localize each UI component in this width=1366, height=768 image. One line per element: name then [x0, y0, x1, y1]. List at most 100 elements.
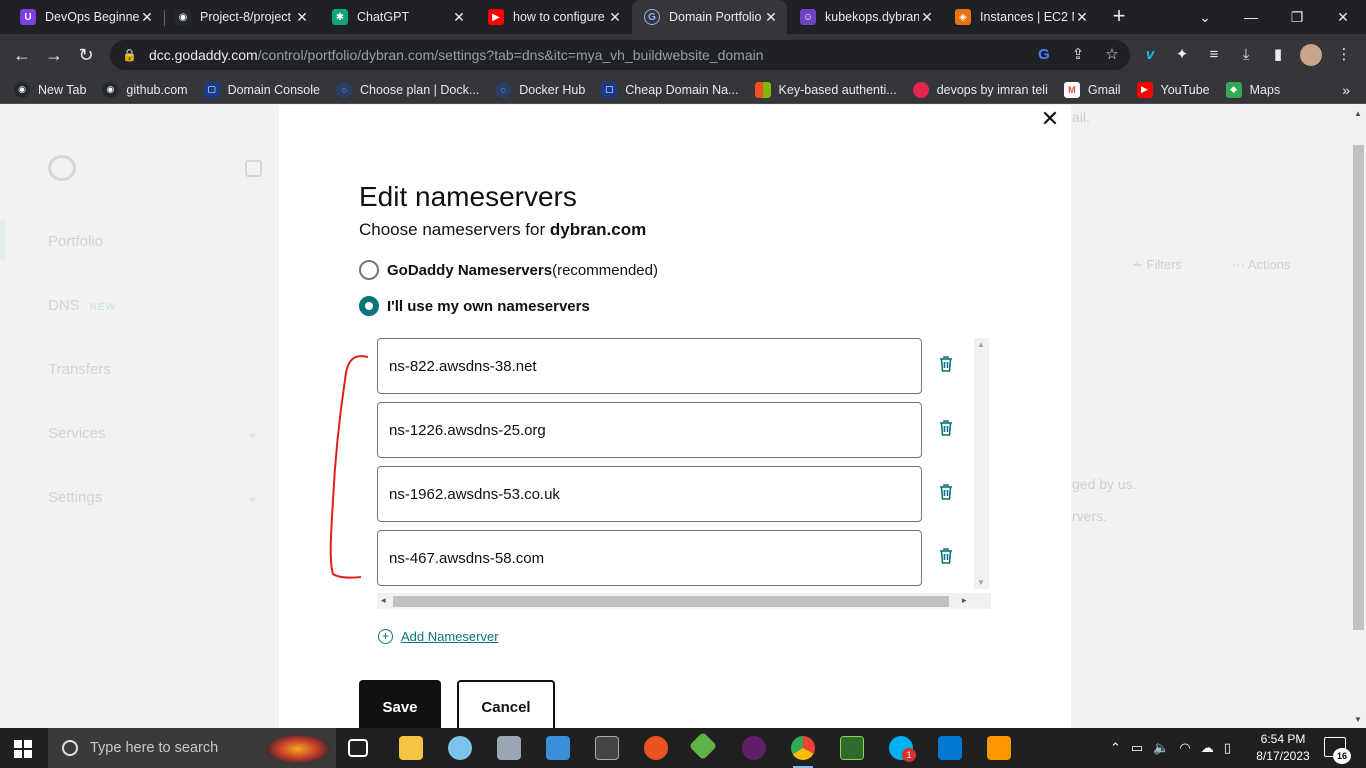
sublime-text-icon[interactable] [987, 736, 1011, 760]
bookmark-domain-console[interactable]: ▢ Domain Console [203, 81, 320, 98]
scroll-down-arrow-icon[interactable]: ▼ [977, 578, 985, 587]
download-icon[interactable]: ⤓ [1236, 44, 1256, 66]
close-window-button[interactable]: ✕ [1320, 0, 1366, 34]
trash-icon[interactable] [936, 482, 956, 502]
lock-icon[interactable]: 🔒 [122, 48, 137, 62]
add-nameserver-link[interactable]: + Add Nameserver [378, 629, 499, 644]
bookmarks-overflow-chevron-icon[interactable]: » [1342, 82, 1350, 98]
sidebar-item-transfers[interactable]: Transfers [48, 361, 111, 378]
filters-button[interactable]: ⩪ Filters [1132, 257, 1182, 273]
chrome-icon[interactable] [791, 736, 815, 768]
tab-kubekops[interactable]: ☺ kubekops.dybran ✕ [788, 0, 943, 34]
scroll-right-arrow-icon[interactable]: ▸ [962, 595, 967, 606]
taskbar-clock[interactable]: 6:54 PM 8/17/2023 [1248, 731, 1318, 765]
bookmark-star-icon[interactable]: ☆ [1102, 45, 1122, 65]
extensions-puzzle-icon[interactable]: ✦ [1172, 44, 1192, 66]
collapse-sidebar-icon[interactable] [245, 160, 262, 177]
list-horizontal-scrollbar[interactable]: ◂ ▸ [377, 593, 991, 609]
scroll-down-arrow-icon[interactable]: ▼ [1354, 715, 1362, 724]
close-icon[interactable]: ✕ [139, 9, 155, 26]
bookmark-maps[interactable]: ◆ Maps [1225, 81, 1280, 98]
nameserver-input-2[interactable]: ns-1226.awsdns-25.org [377, 402, 922, 458]
side-panel-icon[interactable]: ▮ [1268, 44, 1288, 66]
app-icon[interactable] [840, 736, 864, 760]
bookmark-youtube[interactable]: ▶ YouTube [1136, 81, 1210, 98]
tab-domain-portfolio[interactable]: G Domain Portfolio ✕ [632, 0, 787, 34]
close-icon[interactable]: ✕ [1040, 108, 1060, 130]
page-scrollbar[interactable]: ▲ ▼ [1351, 105, 1366, 728]
vimeo-extension-icon[interactable]: v [1140, 44, 1160, 66]
nameserver-input-1[interactable]: ns-822.awsdns-38.net [377, 338, 922, 394]
option-godaddy-nameservers[interactable]: GoDaddy Nameservers (recommended) [359, 260, 658, 280]
onedrive-cloud-icon[interactable]: ☁ [1201, 740, 1214, 756]
scrollbar-thumb[interactable] [393, 596, 949, 607]
windows-start-icon[interactable] [14, 740, 32, 758]
tab-chatgpt[interactable]: ✱ ChatGPT ✕ [320, 0, 475, 34]
trash-icon[interactable] [936, 418, 956, 438]
scroll-left-arrow-icon[interactable]: ◂ [381, 595, 386, 606]
restore-button[interactable]: ❐ [1274, 0, 1320, 34]
radio-unchecked[interactable] [359, 260, 379, 280]
google-icon[interactable]: G [1034, 45, 1054, 65]
list-vertical-scrollbar[interactable]: ▲ ▼ [974, 338, 989, 589]
ubuntu-icon[interactable] [644, 736, 668, 760]
back-arrow-icon[interactable]: ← [10, 43, 34, 67]
more-menu-icon[interactable]: ⋮ [1334, 44, 1354, 66]
close-icon[interactable]: ✕ [451, 9, 467, 26]
chevron-down-icon[interactable]: ⌄ [247, 425, 258, 441]
nameserver-input-3[interactable]: ns-1962.awsdns-53.co.uk [377, 466, 922, 522]
reading-list-icon[interactable]: ≡ [1204, 44, 1224, 66]
sidebar-item-portfolio[interactable]: Portfolio [48, 233, 103, 250]
task-view-icon[interactable] [348, 739, 368, 757]
scroll-up-arrow-icon[interactable]: ▲ [1354, 109, 1362, 118]
sidebar-item-dns[interactable]: DNS NEW [48, 297, 116, 314]
radio-checked[interactable] [359, 296, 379, 316]
bookmark-key-based-auth[interactable]: Key-based authenti... [754, 81, 897, 98]
tab-project-8[interactable]: ◉ Project-8/project ✕ [163, 0, 318, 34]
file-explorer-icon[interactable] [399, 736, 423, 760]
volume-icon[interactable]: 🔈 [1153, 740, 1169, 756]
close-icon[interactable]: ✕ [1074, 9, 1090, 26]
bookmark-cheap-domain[interactable]: ▢ Cheap Domain Na... [601, 81, 739, 98]
share-icon[interactable]: ⇪ [1068, 45, 1088, 65]
close-icon[interactable]: ✕ [294, 9, 310, 26]
bookmark-gmail[interactable]: M Gmail [1063, 81, 1121, 98]
nameserver-input-4[interactable]: ns-467.awsdns-58.com [377, 530, 922, 586]
tab-instances-ec2[interactable]: ◈ Instances | EC2 M ✕ [943, 0, 1098, 34]
tab-search-chevron-icon[interactable]: ⌄ [1182, 0, 1228, 34]
device-icon[interactable]: ▯ [1224, 740, 1231, 756]
bookmark-github[interactable]: ◉ github.com [102, 81, 188, 98]
bookmark-new-tab[interactable]: ◉ New Tab [14, 81, 86, 98]
bookmark-devops-imran[interactable]: devops by imran teli [912, 81, 1048, 98]
close-icon[interactable]: ✕ [607, 9, 623, 26]
trash-icon[interactable] [936, 546, 956, 566]
app-icon[interactable] [497, 736, 521, 760]
snipping-tool-icon[interactable] [595, 736, 619, 760]
sidebar-item-settings[interactable]: Settings [48, 489, 102, 506]
minimize-button[interactable]: — [1228, 0, 1274, 34]
profile-avatar[interactable] [1300, 44, 1322, 66]
tab-how-to-configure[interactable]: ▶ how to configure ✕ [476, 0, 631, 34]
tab-devops-beginner[interactable]: U DevOps Beginner ✕ [8, 0, 163, 34]
address-bar[interactable]: 🔒 dcc.godaddy.com /control/portfolio/dyb… [110, 40, 1130, 70]
bookmark-docker-hub[interactable]: ◌ Docker Hub [495, 81, 585, 98]
battery-icon[interactable]: ▭ [1131, 740, 1143, 756]
actions-button[interactable]: ··· Actions [1232, 257, 1291, 272]
option-own-nameservers[interactable]: I'll use my own nameservers [359, 296, 590, 316]
app-icon[interactable] [688, 731, 718, 761]
scroll-up-arrow-icon[interactable]: ▲ [977, 340, 985, 349]
app-icon[interactable] [448, 736, 472, 760]
close-icon[interactable]: ✕ [919, 9, 935, 26]
cancel-button[interactable]: Cancel [457, 680, 555, 728]
vscode-icon[interactable] [938, 736, 962, 760]
bookmark-choose-plan[interactable]: ◌ Choose plan | Dock... [336, 81, 479, 98]
chevron-down-icon[interactable]: ⌄ [247, 489, 258, 505]
wifi-icon[interactable]: ◠ [1179, 740, 1190, 756]
forward-arrow-icon[interactable]: → [42, 43, 66, 67]
sidebar-item-services[interactable]: Services [48, 425, 106, 442]
slack-icon[interactable] [742, 736, 766, 760]
close-icon[interactable]: ✕ [763, 9, 779, 26]
trash-icon[interactable] [936, 354, 956, 374]
save-button[interactable]: Save [359, 680, 441, 728]
scrollbar-thumb[interactable] [1353, 145, 1364, 630]
